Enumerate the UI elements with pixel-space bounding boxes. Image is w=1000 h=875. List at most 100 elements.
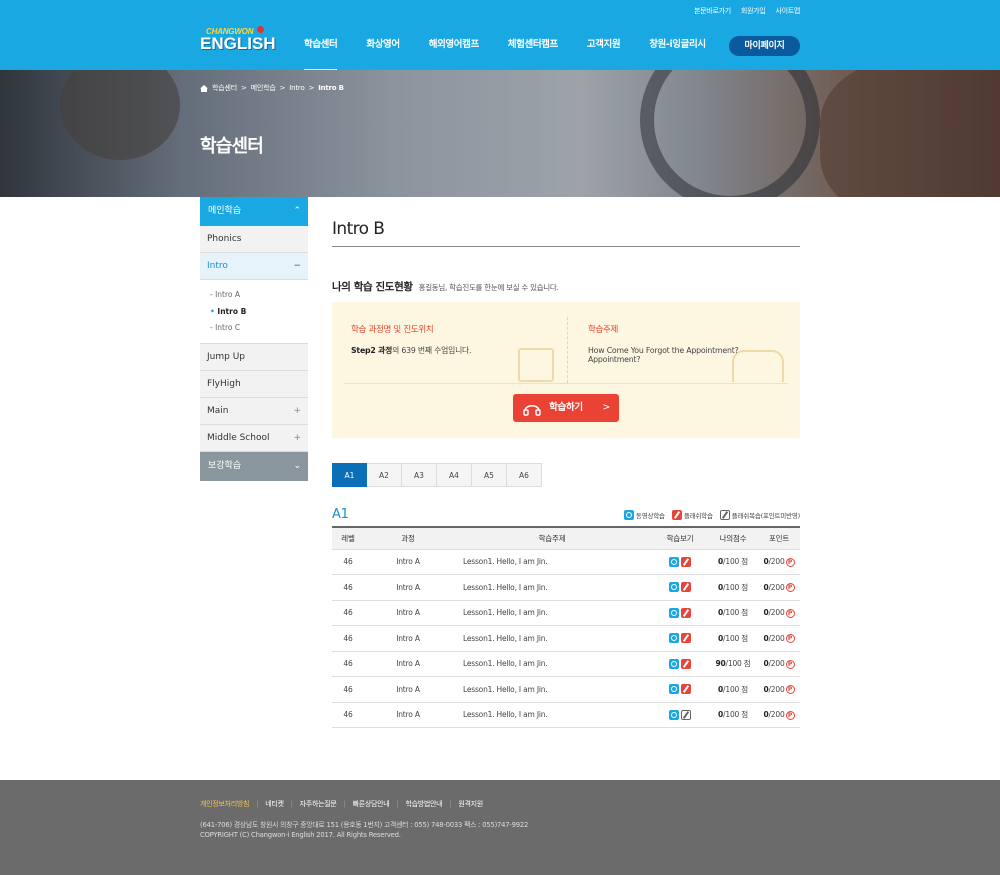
util-skip-link[interactable]: 본문바로가기 [694, 6, 731, 16]
side-nav-item-jumpup[interactable]: Jump Up [200, 343, 308, 371]
nav-overseas-camp[interactable]: 해외영어캠프 [429, 36, 479, 71]
nav-learning-center[interactable]: 학습센터 [304, 36, 338, 71]
video-icon[interactable] [668, 556, 679, 567]
pencil-icon[interactable] [681, 658, 692, 669]
section-desc: 홍길동님, 학습진도를 한눈에 보실 수 있습니다. [418, 283, 559, 292]
progress-topic: 학습주제 How Come You Forgot the Appointment… [588, 323, 739, 364]
cell-level: 46 [332, 600, 364, 626]
nav-video-english[interactable]: 화상영어 [366, 36, 400, 71]
level-tabs: A1 A2 A3 A4 A5 A6 [332, 463, 800, 487]
cell-view [652, 625, 708, 652]
start-study-button[interactable]: 학습하기 > [513, 394, 619, 422]
tab-a5[interactable]: A5 [472, 463, 507, 487]
legend-video: 동영상학습 [623, 510, 665, 520]
hero-overlay [0, 70, 1000, 197]
plus-icon: + [293, 432, 301, 443]
cell-score: 0/100 점 [708, 702, 758, 728]
pencil-icon [671, 510, 682, 520]
cell-score: 0/100 점 [708, 574, 758, 601]
cell-level: 46 [332, 676, 364, 703]
visual-title: 학습센터 [200, 136, 264, 157]
footer-link-guide[interactable]: 학습방법안내 [405, 799, 442, 809]
cell-subject: Lesson1. Hello, I am Jin. [452, 625, 652, 652]
home-icon[interactable] [200, 84, 208, 92]
progress-course-value: Step2 과정의 639 번째 수업입니다. [351, 346, 472, 355]
cell-course: Intro A [364, 549, 452, 575]
nav-support[interactable]: 고객지원 [587, 36, 621, 71]
headphones-icon [523, 404, 541, 416]
nav-experience-camp[interactable]: 체험센터캠프 [508, 36, 558, 71]
cell-subject: Lesson1. Hello, I am Jin. [452, 702, 652, 728]
video-icon[interactable] [668, 607, 679, 618]
footer-separator: | [256, 800, 259, 808]
nav-changwon-english[interactable]: 창원-i잉글리시 [649, 36, 706, 71]
video-icon[interactable] [668, 633, 679, 644]
side-nav-label: Jump Up [207, 351, 245, 362]
col-point: 포인트 [758, 527, 800, 550]
side-nav-item-middle-school[interactable]: Middle School + [200, 424, 308, 452]
breadcrumb: 학습센터 > 메인학습 > Intro > Intro B [200, 83, 344, 93]
footer-link-netiquette[interactable]: 네티켓 [265, 799, 284, 809]
table-row: 46 Intro A Lesson1. Hello, I am Jin. 0/100… [332, 676, 800, 703]
col-course: 과정 [364, 527, 452, 550]
breadcrumb-item[interactable]: Intro [289, 84, 304, 92]
cell-point: 0/200 P [758, 676, 800, 703]
tab-a3[interactable]: A3 [402, 463, 437, 487]
video-icon[interactable] [668, 709, 679, 720]
side-nav-item-phonics[interactable]: Phonics [200, 226, 308, 253]
util-join-link[interactable]: 회원가입 [741, 6, 766, 16]
tab-a4[interactable]: A4 [437, 463, 472, 487]
mypage-button[interactable]: 마이페이지 [729, 36, 800, 56]
cell-view [652, 651, 708, 677]
pencil-icon[interactable] [681, 582, 692, 593]
tab-a1[interactable]: A1 [332, 463, 367, 487]
pencil-icon[interactable] [681, 684, 692, 695]
video-icon[interactable] [668, 582, 679, 593]
pencil-icon[interactable] [681, 633, 692, 644]
table-row: 46 Intro A Lesson1. Hello, I am Jin. 0/100… [332, 549, 800, 575]
table-row: 46 Intro A Lesson1. Hello, I am Jin. 0/100… [332, 574, 800, 601]
side-nav-item-intro[interactable]: Intro − [200, 253, 308, 280]
cell-score: 0/100 점 [708, 625, 758, 652]
divider [567, 317, 568, 383]
cell-point: 0/200 P [758, 574, 800, 601]
footer-link-faq[interactable]: 자주하는질문 [300, 799, 337, 809]
video-icon[interactable] [668, 658, 679, 669]
progress-topic-value: How Come You Forgot the Appointment? Appo… [588, 346, 739, 364]
pencil-icon[interactable] [681, 607, 692, 618]
page-title: Intro B [332, 219, 800, 247]
col-subject: 학습주제 [452, 527, 652, 550]
util-sitemap-link[interactable]: 사이트맵 [775, 6, 800, 16]
logo-dot-icon [257, 26, 264, 33]
point-icon: P [785, 710, 795, 720]
point-icon: P [785, 608, 795, 618]
footer-link-remote[interactable]: 원격지원 [458, 799, 483, 809]
cell-course: Intro A [364, 651, 452, 677]
side-nav-subitem-intro-a[interactable]: - Intro A [210, 287, 308, 304]
pencil-icon[interactable] [681, 556, 692, 567]
logo[interactable]: CHANGWON ENGLISH [200, 26, 276, 59]
chevron-down-icon: ⌄ [293, 460, 301, 471]
legend: 동영상학습 플래쉬학습 플래쉬복습(포인트미반영) [623, 510, 800, 522]
cell-course: Intro A [364, 574, 452, 601]
point-icon: P [785, 583, 795, 592]
video-icon[interactable] [668, 684, 679, 695]
pencil-outline-icon[interactable] [681, 709, 692, 720]
side-nav: 메인학습 ⌃ Phonics Intro − - Intro A • Intro… [200, 197, 308, 481]
footer-link-privacy[interactable]: 개인정보처리방침 [200, 799, 249, 809]
table-header-row: 레벨 과정 학습주제 학습보기 나의점수 포인트 [332, 527, 800, 550]
side-nav-subitem-intro-b[interactable]: • Intro B [210, 304, 308, 321]
tab-a6[interactable]: A6 [507, 463, 542, 487]
tab-a2[interactable]: A2 [367, 463, 402, 487]
side-nav-supplementary[interactable]: 보강학습 ⌄ [200, 451, 308, 481]
side-nav-subitem-intro-c[interactable]: - Intro C [210, 320, 308, 337]
side-nav-item-main[interactable]: Main + [200, 397, 308, 425]
breadcrumb-item[interactable]: 메인학습 [251, 83, 276, 93]
side-nav-item-flyhigh[interactable]: FlyHigh [200, 370, 308, 398]
progress-course: 학습 과정명 및 진도위치 Step2 과정의 639 번째 수업입니다. [351, 323, 471, 355]
legend-review: 플래쉬복습(포인트미반영) [719, 510, 800, 520]
hero-visual: 학습센터 > 메인학습 > Intro > Intro B 학습센터 [0, 70, 1000, 197]
breadcrumb-item[interactable]: 학습센터 [212, 83, 237, 93]
side-nav-main-learning[interactable]: 메인학습 ⌃ [200, 197, 308, 226]
footer-link-consult[interactable]: 빠른상담안내 [353, 799, 390, 809]
